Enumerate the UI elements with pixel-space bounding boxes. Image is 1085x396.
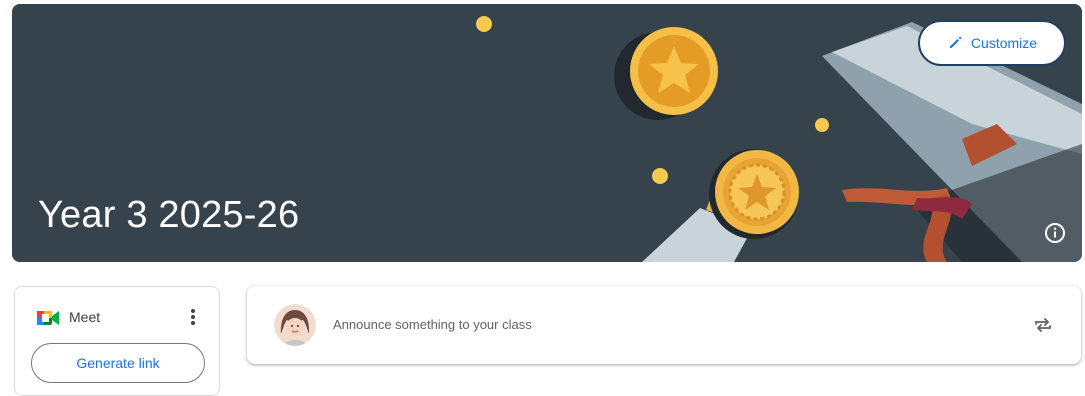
user-avatar (274, 304, 316, 346)
class-title: Year 3 2025-26 (38, 194, 300, 236)
meet-label: Meet (69, 309, 101, 325)
info-icon[interactable] (1044, 222, 1066, 244)
pencil-icon (947, 35, 963, 51)
customize-label: Customize (970, 35, 1038, 51)
more-vert-icon[interactable] (185, 305, 201, 329)
announce-placeholder: Announce something to your class (333, 317, 532, 332)
announce-box[interactable]: Announce something to your class (247, 286, 1081, 364)
meet-card: Meet Generate link (14, 286, 220, 396)
repost-icon[interactable] (1031, 313, 1055, 337)
class-banner: Year 3 2025-26 Customize (12, 4, 1082, 262)
generate-link-label: Generate link (76, 355, 160, 371)
generate-link-button[interactable]: Generate link (31, 343, 205, 383)
google-meet-icon (37, 311, 59, 325)
customize-button[interactable]: Customize (918, 20, 1066, 66)
